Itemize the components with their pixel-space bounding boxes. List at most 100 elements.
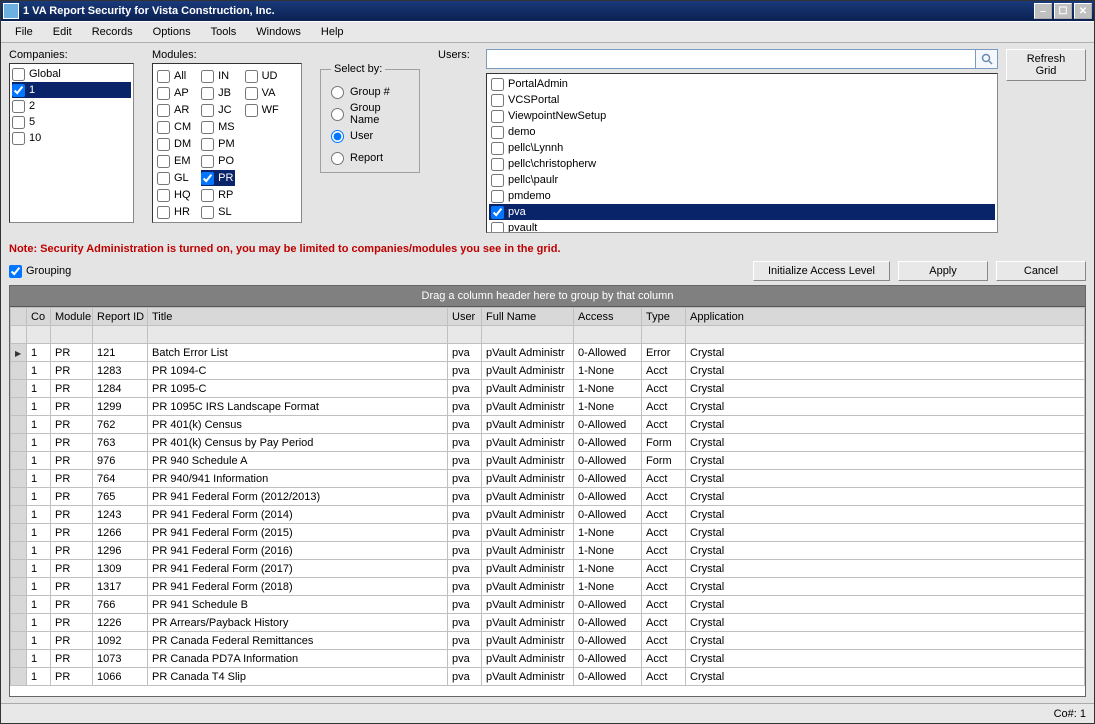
table-row[interactable]: 1PR1066PR Canada T4 SlippvapVault Admini… [11,668,1085,686]
table-row[interactable]: 1PR762PR 401(k) CensuspvapVault Administ… [11,416,1085,434]
table-row[interactable]: 1PR1266PR 941 Federal Form (2015)pvapVau… [11,524,1085,542]
table-row[interactable]: 1PR976PR 940 Schedule ApvapVault Adminis… [11,452,1085,470]
table-row[interactable]: 1PR766PR 941 Schedule BpvapVault Adminis… [11,596,1085,614]
module-item[interactable]: AR [157,102,191,118]
column-header[interactable]: Type [642,308,686,326]
table-row[interactable]: 1PR1226PR Arrears/Payback HistorypvapVau… [11,614,1085,632]
module-item[interactable]: DM [157,136,191,152]
module-item[interactable]: IN [201,68,235,84]
filter-cell[interactable] [51,326,93,344]
module-item[interactable]: CM [157,119,191,135]
module-item[interactable]: VA [245,85,279,101]
module-item[interactable]: HR [157,204,191,220]
filter-cell[interactable] [642,326,686,344]
table-row[interactable]: 1PR763PR 401(k) Census by Pay Periodpvap… [11,434,1085,452]
close-button[interactable]: ✕ [1074,3,1092,19]
menu-tools[interactable]: Tools [201,23,247,41]
company-item[interactable]: 5 [12,114,131,130]
user-item[interactable]: pvault [489,220,995,233]
table-row[interactable]: 1PR1092PR Canada Federal Remittancespvap… [11,632,1085,650]
filter-cell[interactable] [574,326,642,344]
selectby-option[interactable]: Group Name [331,103,409,125]
user-item[interactable]: demo [489,124,995,140]
column-header[interactable]: Full Name [482,308,574,326]
module-item[interactable]: PR [201,170,235,186]
search-input[interactable] [486,49,976,69]
module-item[interactable]: PO [201,153,235,169]
company-item[interactable]: 10 [12,130,131,146]
filter-cell[interactable] [448,326,482,344]
module-item[interactable]: AP [157,85,191,101]
minimize-button[interactable]: – [1034,3,1052,19]
column-header[interactable]: Report ID [93,308,148,326]
users-list[interactable]: PortalAdmin VCSPortal ViewpointNewSetup … [486,73,998,233]
user-item[interactable]: ViewpointNewSetup [489,108,995,124]
module-item[interactable]: All [157,68,191,84]
user-item[interactable]: PortalAdmin [489,76,995,92]
module-item[interactable]: WF [245,102,279,118]
module-item[interactable]: SM [201,221,235,223]
table-row[interactable]: 1PR121Batch Error ListpvapVault Administ… [11,344,1085,362]
user-item[interactable]: pellc\christopherw [489,156,995,172]
filter-cell[interactable] [11,326,27,344]
init-access-button[interactable]: Initialize Access Level [753,261,890,281]
table-row[interactable]: 1PR1243PR 941 Federal Form (2014)pvapVau… [11,506,1085,524]
table-row[interactable]: 1PR1309PR 941 Federal Form (2017)pvapVau… [11,560,1085,578]
column-header[interactable]: Application [686,308,1085,326]
cancel-button[interactable]: Cancel [996,261,1086,281]
company-item[interactable]: 2 [12,98,131,114]
module-item[interactable]: EM [157,153,191,169]
column-header[interactable]: Title [148,308,448,326]
table-row[interactable]: 1PR1073PR Canada PD7A InformationpvapVau… [11,650,1085,668]
column-header[interactable]: Co [27,308,51,326]
module-item[interactable]: JC [201,102,235,118]
module-item[interactable]: HQ [157,187,191,203]
refresh-button[interactable]: Refresh Grid [1006,49,1086,81]
column-header[interactable] [11,308,27,326]
modules-list[interactable]: All AP AR CM DM EM GL HQ HR IM IN JB JC … [152,63,302,223]
table-row[interactable]: 1PR764PR 940/941 InformationpvapVault Ad… [11,470,1085,488]
search-icon[interactable] [976,49,998,69]
module-item[interactable]: SL [201,204,235,220]
selectby-option[interactable]: Group # [331,81,409,103]
module-item[interactable]: IM [157,221,191,223]
table-row[interactable]: 1PR1284PR 1095-CpvapVault Administr1-Non… [11,380,1085,398]
module-item[interactable]: PM [201,136,235,152]
table-row[interactable]: 1PR1283PR 1094-CpvapVault Administr1-Non… [11,362,1085,380]
selectby-option[interactable]: User [331,125,409,147]
group-bar[interactable]: Drag a column header here to group by th… [10,286,1085,307]
menu-records[interactable]: Records [82,23,143,41]
menu-edit[interactable]: Edit [43,23,82,41]
table-row[interactable]: 1PR765PR 941 Federal Form (2012/2013)pva… [11,488,1085,506]
module-item[interactable]: MS [201,119,235,135]
user-item[interactable]: pmdemo [489,188,995,204]
filter-cell[interactable] [482,326,574,344]
filter-cell[interactable] [148,326,448,344]
selectby-option[interactable]: Report [331,147,409,169]
column-header[interactable]: Access [574,308,642,326]
menu-file[interactable]: File [5,23,43,41]
menu-options[interactable]: Options [143,23,201,41]
column-header[interactable]: Module [51,308,93,326]
user-item[interactable]: pellc\Lynnh [489,140,995,156]
table-row[interactable]: 1PR1296PR 941 Federal Form (2016)pvapVau… [11,542,1085,560]
menu-help[interactable]: Help [311,23,354,41]
company-item[interactable]: Global [12,66,131,82]
column-header[interactable]: User [448,308,482,326]
module-item[interactable]: UD [245,68,279,84]
menu-windows[interactable]: Windows [246,23,311,41]
user-item[interactable]: pellc\paulr [489,172,995,188]
apply-button[interactable]: Apply [898,261,988,281]
module-item[interactable]: JB [201,85,235,101]
module-item[interactable]: GL [157,170,191,186]
company-item[interactable]: 1 [12,82,131,98]
maximize-button[interactable]: ☐ [1054,3,1072,19]
user-item[interactable]: VCSPortal [489,92,995,108]
filter-cell[interactable] [93,326,148,344]
table-row[interactable]: 1PR1317PR 941 Federal Form (2018)pvapVau… [11,578,1085,596]
filter-cell[interactable] [27,326,51,344]
data-grid[interactable]: Drag a column header here to group by th… [9,285,1086,697]
module-item[interactable]: RP [201,187,235,203]
filter-cell[interactable] [686,326,1085,344]
table-row[interactable]: 1PR1299PR 1095C IRS Landscape Formatpvap… [11,398,1085,416]
